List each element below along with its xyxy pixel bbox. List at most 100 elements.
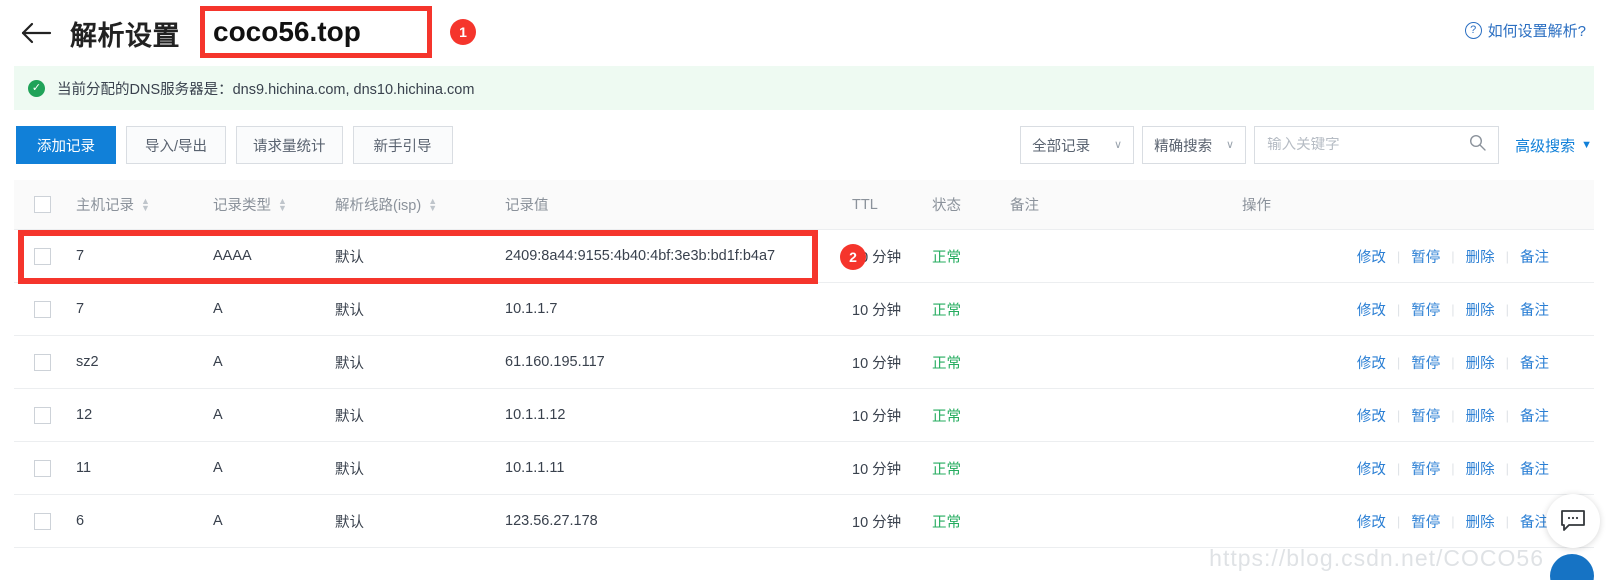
annotation-badge-2: 2	[840, 244, 866, 270]
cell-state: 正常	[932, 302, 961, 319]
row-checkbox[interactable]	[34, 247, 51, 265]
column-header-type-label: 记录类型	[213, 198, 271, 214]
toolbar-button-group: 添加记录 导入/导出 请求量统计 新手引导	[16, 126, 453, 164]
page-header: 解析设置 coco56.top 1 ? 如何设置解析?	[0, 0, 1608, 66]
how-to-setup-link[interactable]: ? 如何设置解析?	[1464, 20, 1586, 41]
edit-action[interactable]: 修改	[1346, 299, 1397, 320]
cell-type: A	[213, 407, 223, 423]
import-export-button[interactable]: 导入/导出	[126, 126, 226, 164]
cell-value: 2409:8a44:9155:4b40:4bf:3e3b:bd1f:b4a7	[505, 248, 776, 264]
table-row: sz2 A 默认 61.160.195.117 10 分钟 正常 修改 | 暂停 | 删除 | 备注	[14, 336, 1594, 389]
row-checkbox[interactable]	[34, 406, 51, 424]
row-checkbox-cell	[14, 247, 76, 265]
sort-arrows-icon[interactable]: ▲ ▼	[278, 196, 287, 212]
column-header-note: 备注	[1010, 198, 1039, 214]
cell-ops: 修改 | 暂停 | 删除 | 备注	[1242, 246, 1572, 267]
circle-button-icon[interactable]	[1550, 554, 1594, 580]
cell-host: sz2	[76, 354, 99, 370]
search-mode-select[interactable]: 精确搜索 ∨	[1142, 126, 1247, 164]
note-action[interactable]: 备注	[1509, 299, 1560, 320]
row-checkbox[interactable]	[34, 512, 51, 530]
row-checkbox[interactable]	[34, 353, 51, 371]
edit-action[interactable]: 修改	[1346, 458, 1397, 479]
edit-action[interactable]: 修改	[1346, 511, 1397, 532]
cell-value: 123.56.27.178	[505, 513, 598, 529]
cell-host: 7	[76, 301, 85, 317]
cell-line: 默认	[335, 249, 364, 266]
column-header-line[interactable]: 解析线路(isp) ▲ ▼	[335, 194, 505, 215]
cell-ttl: 10 分钟	[852, 514, 902, 531]
delete-action[interactable]: 删除	[1455, 458, 1506, 479]
select-all-checkbox[interactable]	[34, 196, 51, 213]
column-header-host-label: 主机记录	[76, 198, 134, 214]
watermark-text: https://blog.csdn.net/COCO56	[1209, 545, 1544, 571]
pause-action[interactable]: 暂停	[1400, 352, 1451, 373]
note-action[interactable]: 备注	[1509, 352, 1560, 373]
cell-ops: 修改 | 暂停 | 删除 | 备注	[1242, 299, 1572, 320]
row-checkbox-cell	[14, 512, 76, 530]
record-filter-select[interactable]: 全部记录 ∨	[1020, 126, 1135, 164]
cell-host: 11	[76, 460, 92, 476]
search-icon[interactable]	[1469, 134, 1486, 156]
chevron-down-icon: ▼	[1581, 139, 1592, 151]
delete-action[interactable]: 删除	[1455, 246, 1506, 267]
note-action[interactable]: 备注	[1509, 405, 1560, 426]
cell-value: 10.1.1.12	[505, 407, 566, 423]
chevron-down-icon: ∨	[1114, 138, 1123, 151]
pause-action[interactable]: 暂停	[1400, 246, 1451, 267]
sort-arrows-icon[interactable]: ▲ ▼	[141, 196, 150, 212]
note-action[interactable]: 备注	[1509, 458, 1560, 479]
cell-host: 12	[76, 407, 93, 423]
dns-server-alert-text: 当前分配的DNS服务器是：dns9.hichina.com, dns10.hic…	[57, 81, 475, 98]
beginner-guide-button[interactable]: 新手引导	[352, 126, 453, 164]
cell-line: 默认	[335, 461, 364, 478]
cell-type: A	[213, 460, 223, 476]
row-checkbox-cell	[14, 406, 76, 424]
cell-type: AAAA	[213, 248, 252, 264]
column-header-type[interactable]: 记录类型 ▲ ▼	[213, 194, 335, 215]
column-header-ttl: TTL	[852, 196, 878, 213]
pause-action[interactable]: 暂停	[1400, 511, 1451, 532]
delete-action[interactable]: 删除	[1455, 405, 1506, 426]
dns-records-table: 主机记录 ▲ ▼ 记录类型 ▲ ▼ 解析线路(isp) ▲ ▼ 记录值 TTL 状态 …	[14, 180, 1594, 548]
column-header-ops: 操作	[1242, 198, 1271, 214]
cell-ttl: 10 分钟	[852, 461, 902, 478]
check-circle-icon: ✓	[28, 79, 45, 97]
row-checkbox[interactable]	[34, 459, 51, 477]
cell-ops: 修改 | 暂停 | 删除 | 备注	[1242, 352, 1572, 373]
delete-action[interactable]: 删除	[1455, 511, 1506, 532]
edit-action[interactable]: 修改	[1346, 246, 1397, 267]
add-record-button[interactable]: 添加记录	[16, 126, 116, 164]
pause-action[interactable]: 暂停	[1400, 458, 1451, 479]
record-filter-value: 全部记录	[1032, 138, 1091, 155]
cell-value: 10.1.1.7	[505, 301, 558, 317]
search-input[interactable]	[1267, 137, 1464, 153]
row-checkbox[interactable]	[34, 300, 51, 318]
table-row: 7 AAAA 默认 2409:8a44:9155:4b40:4bf:3e3b:bd1f…	[14, 230, 1594, 283]
delete-action[interactable]: 删除	[1455, 352, 1506, 373]
cell-ttl: 10 分钟	[852, 302, 902, 319]
edit-action[interactable]: 修改	[1346, 352, 1397, 373]
cell-type: A	[213, 354, 223, 370]
request-stats-button[interactable]: 请求量统计	[236, 126, 343, 164]
sort-arrows-icon[interactable]: ▲ ▼	[428, 196, 437, 212]
row-actions: 修改 | 暂停 | 删除 | 备注	[1346, 299, 1560, 320]
cell-type: A	[213, 301, 223, 317]
search-box[interactable]	[1254, 126, 1500, 164]
delete-action[interactable]: 删除	[1455, 299, 1506, 320]
cell-line: 默认	[335, 514, 364, 531]
cell-ops: 修改 | 暂停 | 删除 | 备注	[1242, 405, 1572, 426]
cell-state: 正常	[932, 249, 961, 266]
records-toolbar: 添加记录 导入/导出 请求量统计 新手引导 全部记录 ∨ 精确搜索 ∨ 输入关键…	[0, 110, 1608, 180]
table-header-row: 主机记录 ▲ ▼ 记录类型 ▲ ▼ 解析线路(isp) ▲ ▼ 记录值 TTL 状态 …	[14, 180, 1594, 230]
cell-host: 7	[76, 248, 85, 264]
cell-state: 正常	[932, 408, 961, 425]
column-header-host[interactable]: 主机记录 ▲ ▼	[76, 194, 213, 215]
chat-bubble-icon[interactable]	[1546, 494, 1600, 548]
edit-action[interactable]: 修改	[1346, 405, 1397, 426]
back-arrow-icon[interactable]	[14, 11, 58, 55]
pause-action[interactable]: 暂停	[1400, 299, 1451, 320]
advanced-search-link[interactable]: 高级搜索 ▼	[1515, 135, 1592, 156]
note-action[interactable]: 备注	[1509, 246, 1560, 267]
pause-action[interactable]: 暂停	[1400, 405, 1451, 426]
